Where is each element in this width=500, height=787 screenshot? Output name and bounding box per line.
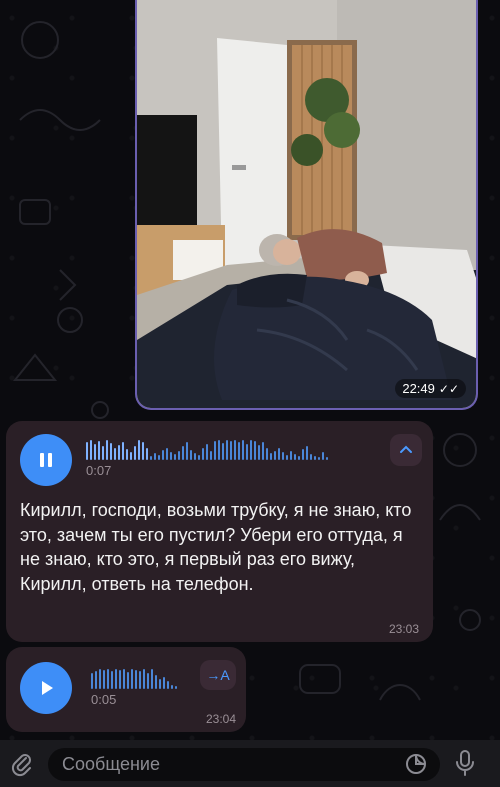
- voice-waveform[interactable]: [86, 438, 328, 460]
- voice-transcript: Кирилл, господи, возьми трубку, я не зна…: [20, 500, 412, 594]
- message-time-2: 23:04: [205, 712, 236, 726]
- microphone-icon[interactable]: [453, 749, 477, 777]
- transcribe-button[interactable]: →A: [200, 660, 236, 690]
- play-icon: [42, 681, 53, 695]
- voice-message-bubble[interactable]: 0:07 Кирилл, господи, возьми трубку, я н…: [6, 421, 433, 642]
- play-button[interactable]: [20, 662, 72, 714]
- double-check-icon: ✓✓: [438, 381, 459, 396]
- photo-message[interactable]: 22:49 ✓✓: [135, 0, 478, 410]
- voice-duration: 0:07: [86, 463, 112, 478]
- message-input[interactable]: Сообщение: [48, 748, 440, 781]
- voice-waveform-2[interactable]: [91, 667, 177, 689]
- pause-icon: [40, 453, 52, 467]
- sticker-icon[interactable]: [404, 752, 428, 776]
- message-input-bar: Сообщение: [0, 740, 500, 787]
- photo-image: [137, 0, 476, 408]
- message-time: 23:03: [388, 622, 419, 636]
- paperclip-icon[interactable]: [9, 751, 35, 777]
- voice-duration-2: 0:05: [91, 692, 117, 707]
- chevron-up-icon: [400, 445, 412, 453]
- photo-time: 22:49: [402, 381, 435, 396]
- voice-message-bubble-2[interactable]: 0:05 →A 23:04: [6, 647, 246, 732]
- photo-time-badge: 22:49 ✓✓: [395, 379, 466, 398]
- collapse-transcript-button[interactable]: [390, 434, 422, 466]
- transcribe-label: →A: [206, 667, 230, 683]
- pause-button[interactable]: [20, 434, 72, 486]
